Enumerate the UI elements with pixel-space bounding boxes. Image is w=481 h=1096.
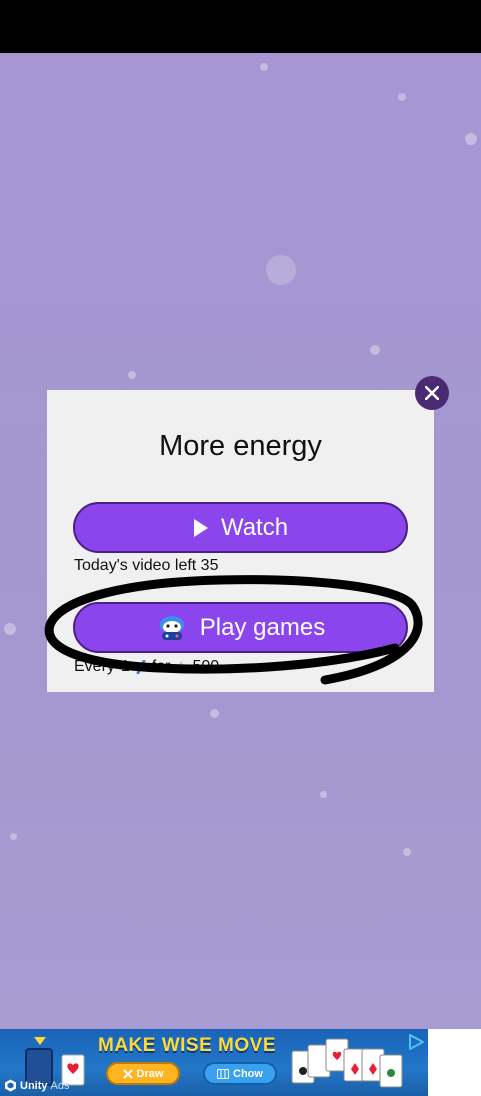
gamepad-small-icon bbox=[136, 660, 146, 674]
ad-draw-button[interactable]: Draw bbox=[106, 1062, 180, 1085]
energy-reward-text: Every 1 for 500 bbox=[74, 658, 219, 676]
watch-button[interactable]: Watch bbox=[73, 502, 408, 553]
every-for: for bbox=[151, 658, 171, 675]
every-value: 1 bbox=[120, 658, 130, 675]
close-icon bbox=[425, 386, 439, 400]
unity-brand: Unity bbox=[20, 1079, 48, 1092]
every-prefix: Every bbox=[74, 658, 115, 675]
status-bar bbox=[0, 0, 481, 53]
unity-ads-badge: Unity Ads bbox=[4, 1079, 69, 1092]
ads-label: Ads bbox=[50, 1079, 70, 1092]
play-games-button[interactable]: Play games bbox=[73, 602, 408, 653]
ad-choices-icon[interactable] bbox=[407, 1033, 425, 1051]
x-mark-icon bbox=[122, 1068, 133, 1079]
every-reward: 500 bbox=[192, 658, 220, 675]
ad-headline: MAKE WISE MOVE bbox=[98, 1035, 277, 1056]
playing-cards-icon bbox=[291, 1038, 403, 1088]
ad-chow-button[interactable]: Chow bbox=[203, 1062, 277, 1085]
play-games-button-label: Play games bbox=[199, 613, 326, 641]
ad-banner[interactable]: MAKE WISE MOVE Draw Chow Unity Ads bbox=[0, 1029, 428, 1096]
ad-side-blank bbox=[428, 1029, 481, 1096]
unity-logo-icon bbox=[5, 1079, 16, 1092]
energy-icon bbox=[177, 661, 186, 673]
play-triangle-icon bbox=[193, 518, 208, 537]
dialog-title: More energy bbox=[159, 430, 322, 462]
watch-button-label: Watch bbox=[220, 513, 289, 541]
more-energy-dialog: More energy Watch Today's video left 35 … bbox=[47, 390, 434, 692]
ad-chow-label: Chow bbox=[233, 1067, 263, 1080]
tiles-icon bbox=[217, 1068, 230, 1079]
video-left-text: Today's video left 35 bbox=[74, 557, 219, 574]
gamepad-mascot-icon bbox=[159, 615, 184, 640]
close-button[interactable] bbox=[415, 376, 449, 410]
ad-draw-label: Draw bbox=[136, 1067, 164, 1080]
